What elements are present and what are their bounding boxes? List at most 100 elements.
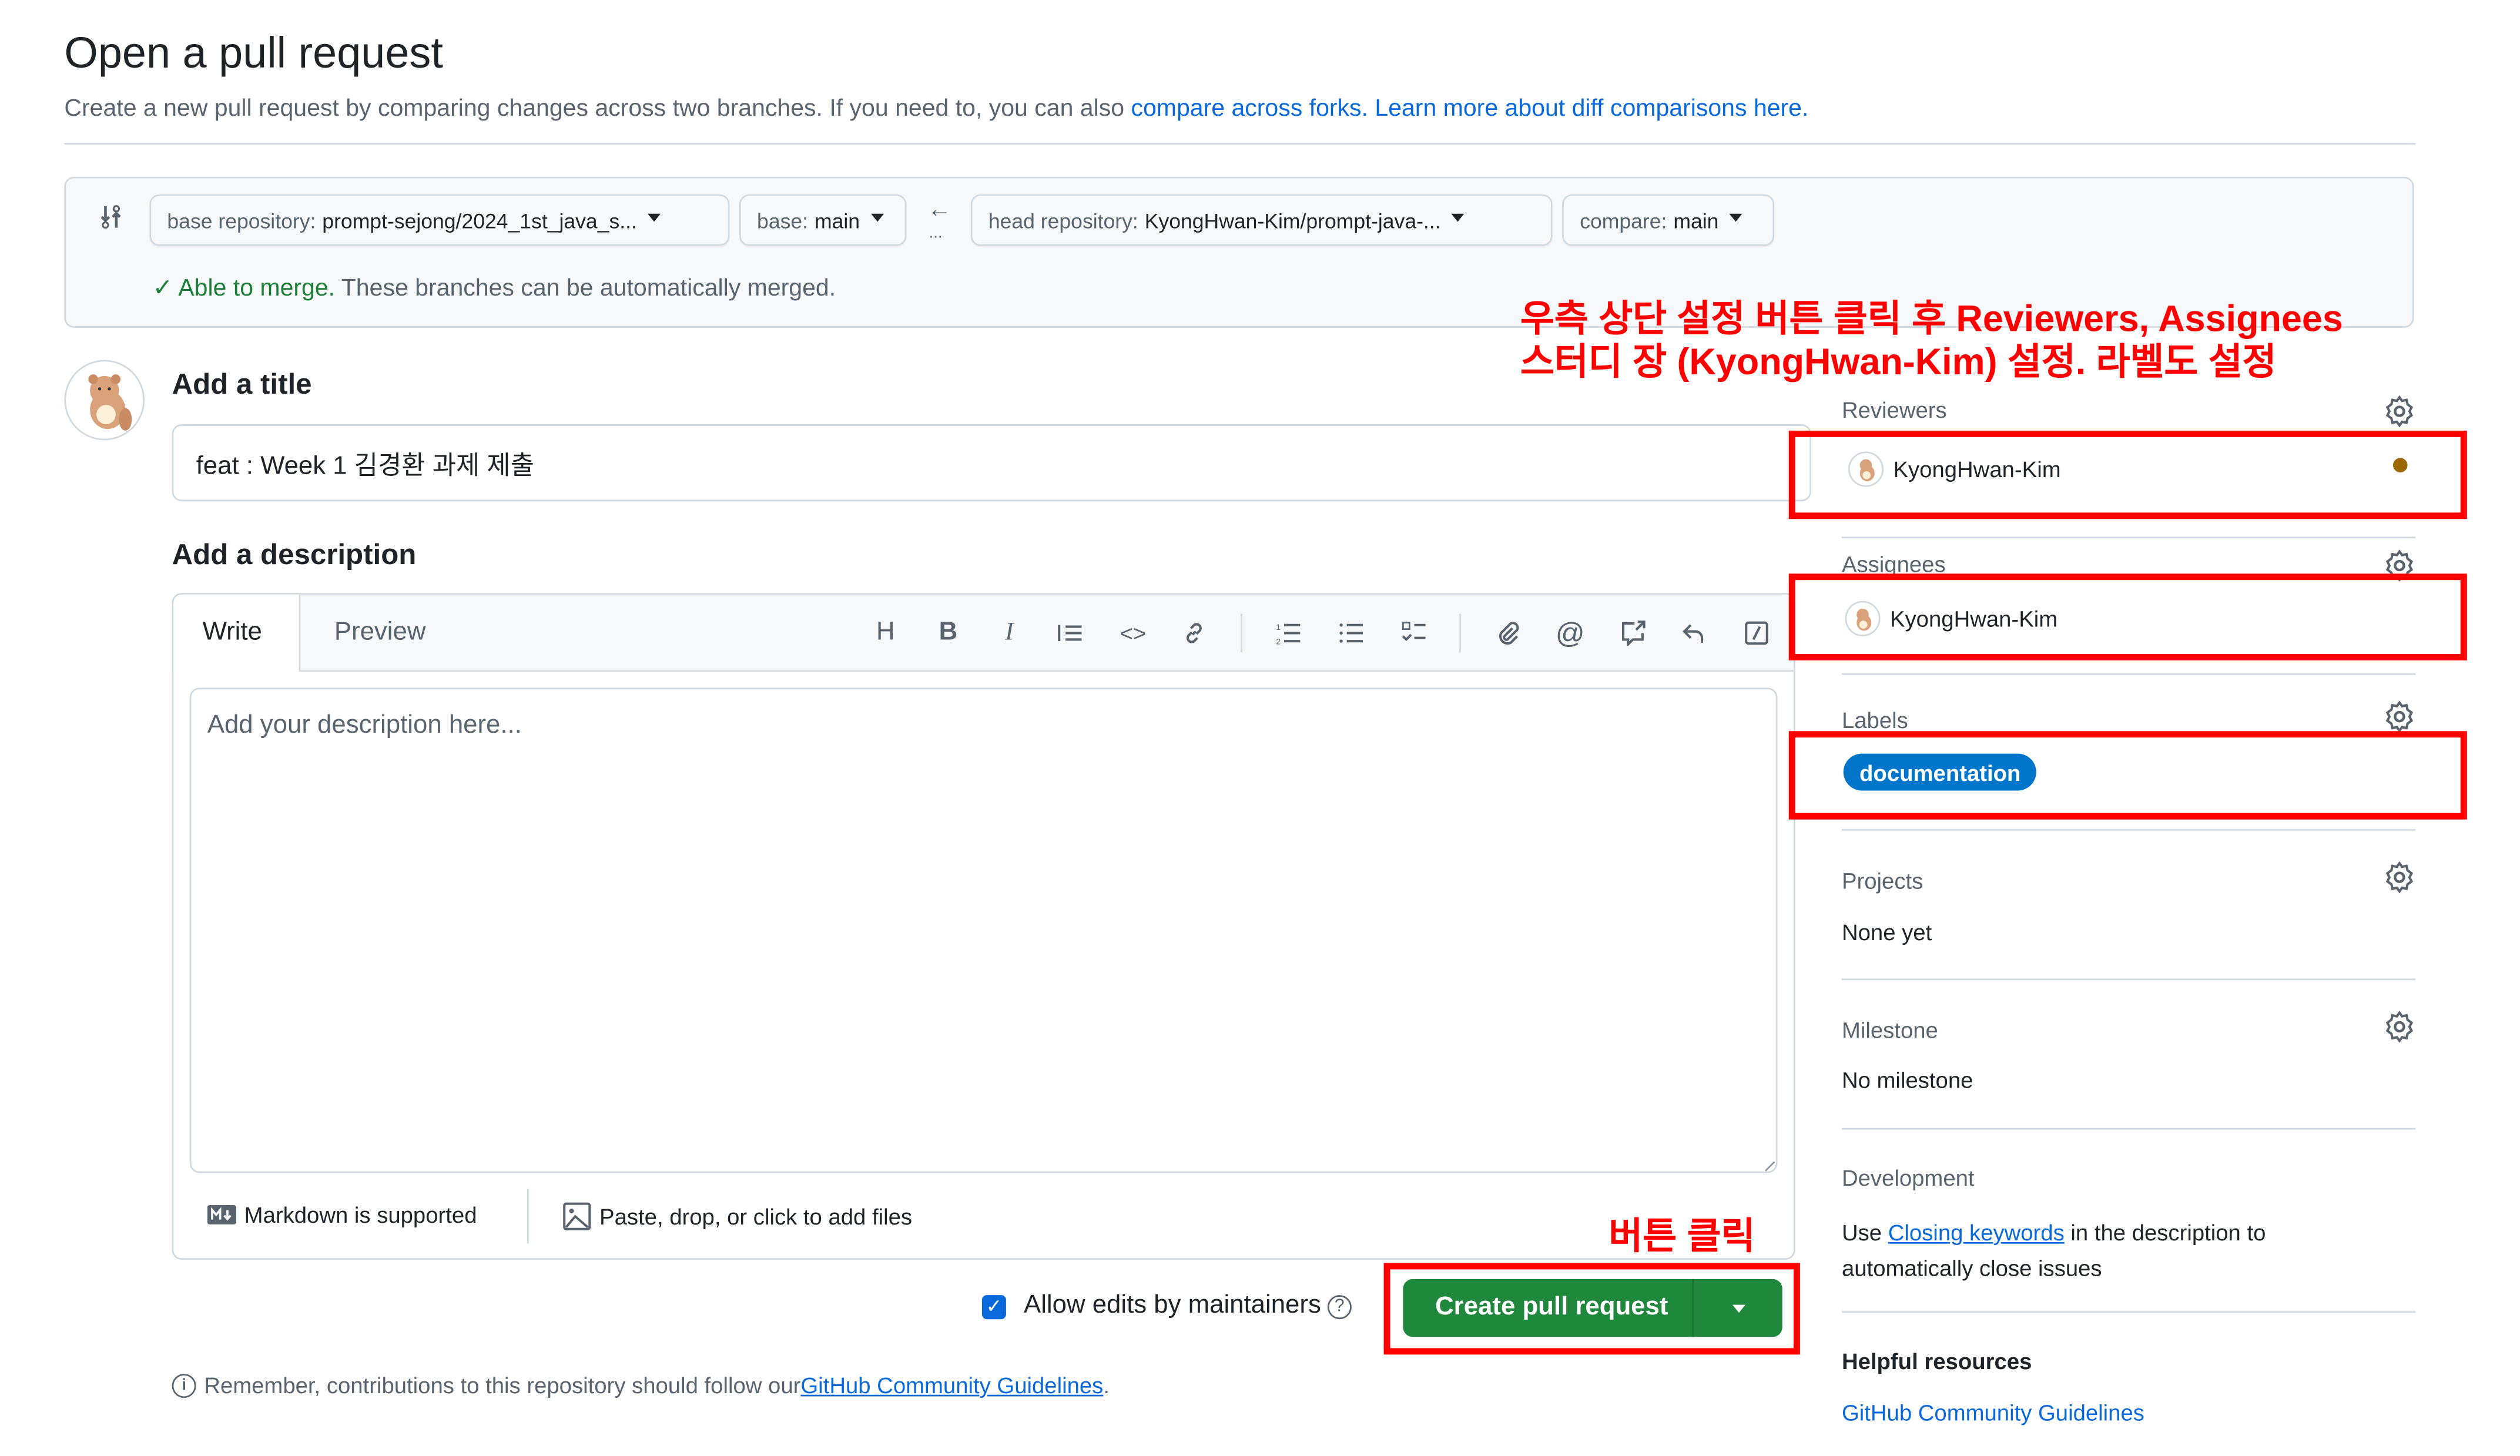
compare-label: compare:	[1580, 208, 1667, 233]
milestone-value: No milestone	[1841, 1066, 1973, 1093]
head-repository-select[interactable]: head repository: KyongHwan-Kim/prompt-jav…	[970, 194, 1553, 246]
svg-text:2: 2	[1276, 638, 1281, 646]
community-reminder: i Remember, contributions to this reposi…	[172, 1372, 1110, 1398]
help-icon[interactable]: ?	[1327, 1294, 1352, 1319]
cross-reference-icon[interactable]	[1614, 614, 1653, 653]
page: Open a pull request Create a new pull re…	[0, 0, 2520, 1456]
caret-down-icon	[871, 213, 884, 222]
closing-keywords-link[interactable]: Closing keywords	[1888, 1220, 2065, 1246]
development-text: Use Closing keywords in the description …	[1842, 1215, 2308, 1285]
base-branch-select[interactable]: base: main	[739, 194, 907, 246]
sidebar-divider	[1841, 536, 2416, 539]
highlight-assignees	[1788, 573, 2467, 660]
projects-value: None yet	[1841, 919, 1932, 945]
community-guidelines-link[interactable]: GitHub Community Guidelines	[800, 1372, 1103, 1398]
heading-icon[interactable]: H	[866, 614, 905, 653]
quote-icon[interactable]	[1051, 614, 1090, 653]
git-compare-icon	[100, 205, 121, 229]
milestone-heading[interactable]: Milestone	[1842, 1017, 2415, 1043]
markdown-supported[interactable]: Markdown is supported	[207, 1202, 477, 1228]
development-prefix: Use	[1841, 1219, 1888, 1246]
divider	[64, 143, 2416, 145]
arrow-left-icon: ←	[927, 196, 951, 224]
highlight-reviewers	[1788, 430, 2467, 519]
dots-icon: ...	[929, 224, 943, 243]
page-title: Open a pull request	[64, 29, 443, 78]
code-icon[interactable]: <>	[1114, 614, 1152, 653]
description-placeholder: Add your description here...	[207, 712, 522, 739]
sidebar-divider	[1841, 673, 2416, 675]
sidebar-divider	[1841, 1128, 2416, 1130]
slash-commands-icon[interactable]	[1737, 614, 1776, 653]
attach-icon[interactable]	[1488, 614, 1527, 653]
annotation-button-note: 버튼 클릭	[1608, 1215, 1755, 1257]
sidebar-divider	[1841, 978, 2416, 981]
toolbar-divider	[1459, 613, 1461, 653]
base-label: base:	[757, 208, 809, 233]
resize-handle[interactable]	[1755, 1152, 1775, 1172]
checkbox-checked-icon[interactable]: ✓	[981, 1294, 1006, 1319]
title-value: feat : Week 1 김경환 과제 제출	[196, 453, 534, 481]
bold-icon[interactable]: B	[929, 614, 968, 653]
page-subtitle: Create a new pull request by comparing c…	[64, 95, 1808, 122]
reviewers-gear-icon[interactable]	[2384, 395, 2416, 428]
compare-branch-select[interactable]: compare: main	[1562, 194, 1775, 246]
allow-edits-label: Allow edits by maintainers	[1024, 1291, 1321, 1320]
markdown-icon	[207, 1205, 237, 1224]
assignees-heading[interactable]: Assignees	[1842, 551, 2415, 577]
allow-edits-checkbox[interactable]: ✓ Allow edits by maintainers ?	[981, 1291, 1352, 1321]
mention-icon[interactable]: @	[1551, 614, 1590, 653]
bullet-list-icon[interactable]	[1332, 614, 1371, 653]
reviewers-heading[interactable]: Reviewers	[1842, 397, 2415, 422]
remember-suffix: .	[1103, 1372, 1110, 1398]
subtitle-text: Create a new pull request by comparing c…	[64, 95, 1131, 122]
tab-write[interactable]: Write	[173, 594, 301, 672]
sidebar-community-guidelines-link[interactable]: GitHub Community Guidelines	[1842, 1400, 2415, 1425]
task-list-icon[interactable]	[1395, 614, 1434, 653]
caret-down-icon	[1730, 213, 1743, 222]
info-icon: i	[172, 1373, 196, 1397]
caret-down-icon	[1452, 213, 1465, 222]
title-label: Add a title	[172, 368, 312, 400]
footer-divider	[527, 1189, 529, 1244]
description-label: Add a description	[172, 538, 417, 571]
projects-heading[interactable]: Projects	[1842, 868, 2415, 894]
markdown-note: Markdown is supported	[244, 1202, 477, 1228]
files-note: Paste, drop, or click to add files	[599, 1203, 913, 1230]
base-repository-select[interactable]: base repository: prompt-sejong/2024_1st_j…	[149, 194, 730, 246]
development-heading: Development	[1841, 1165, 1975, 1191]
image-icon	[563, 1202, 591, 1230]
head-repo-label: head repository:	[988, 208, 1138, 233]
toolbar-divider	[1241, 613, 1242, 653]
compare-value: main	[1673, 208, 1719, 233]
merge-ok-text: ✓ Able to merge.	[152, 274, 336, 303]
diff-comparisons-link[interactable]: Learn more about diff comparisons here.	[1375, 95, 1808, 122]
head-repo-value: KyongHwan-Kim/prompt-java-...	[1144, 208, 1441, 233]
sidebar-divider	[1841, 829, 2416, 831]
highlight-create-button	[1383, 1263, 1800, 1355]
merge-status: ✓ Able to merge. These branches can be a…	[153, 273, 836, 302]
caret-down-icon	[648, 213, 661, 222]
svg-text:1: 1	[1276, 623, 1281, 632]
highlight-labels	[1788, 731, 2467, 820]
annotation-line-2: 스터디 장 (KyongHwan-Kim) 설정. 라벨도 설정	[1520, 340, 2277, 383]
reply-icon[interactable]	[1675, 614, 1714, 653]
merge-text: These branches can be automatically merg…	[335, 274, 836, 303]
description-textarea[interactable]: Add your description here...	[189, 687, 1778, 1173]
projects-gear-icon[interactable]	[2384, 861, 2416, 894]
numbered-list-icon[interactable]: 12	[1269, 614, 1308, 653]
title-input[interactable]: feat : Week 1 김경환 과제 제출	[172, 424, 1812, 502]
add-files-button[interactable]: Paste, drop, or click to add files	[562, 1202, 912, 1231]
italic-icon[interactable]: I	[990, 614, 1029, 653]
compare-forks-link[interactable]: compare across forks.	[1131, 95, 1368, 122]
milestone-gear-icon[interactable]	[2384, 1011, 2416, 1043]
labels-gear-icon[interactable]	[2384, 700, 2416, 733]
remember-text: Remember, contributions to this reposito…	[204, 1372, 801, 1398]
base-value: main	[814, 208, 860, 233]
labels-heading[interactable]: Labels	[1842, 707, 2415, 733]
tab-preview[interactable]: Preview	[306, 595, 455, 672]
base-repo-label: base repository:	[167, 208, 316, 233]
link-icon[interactable]	[1175, 614, 1214, 653]
sidebar-divider	[1841, 1311, 2416, 1313]
beaver-avatar-icon	[88, 374, 132, 431]
